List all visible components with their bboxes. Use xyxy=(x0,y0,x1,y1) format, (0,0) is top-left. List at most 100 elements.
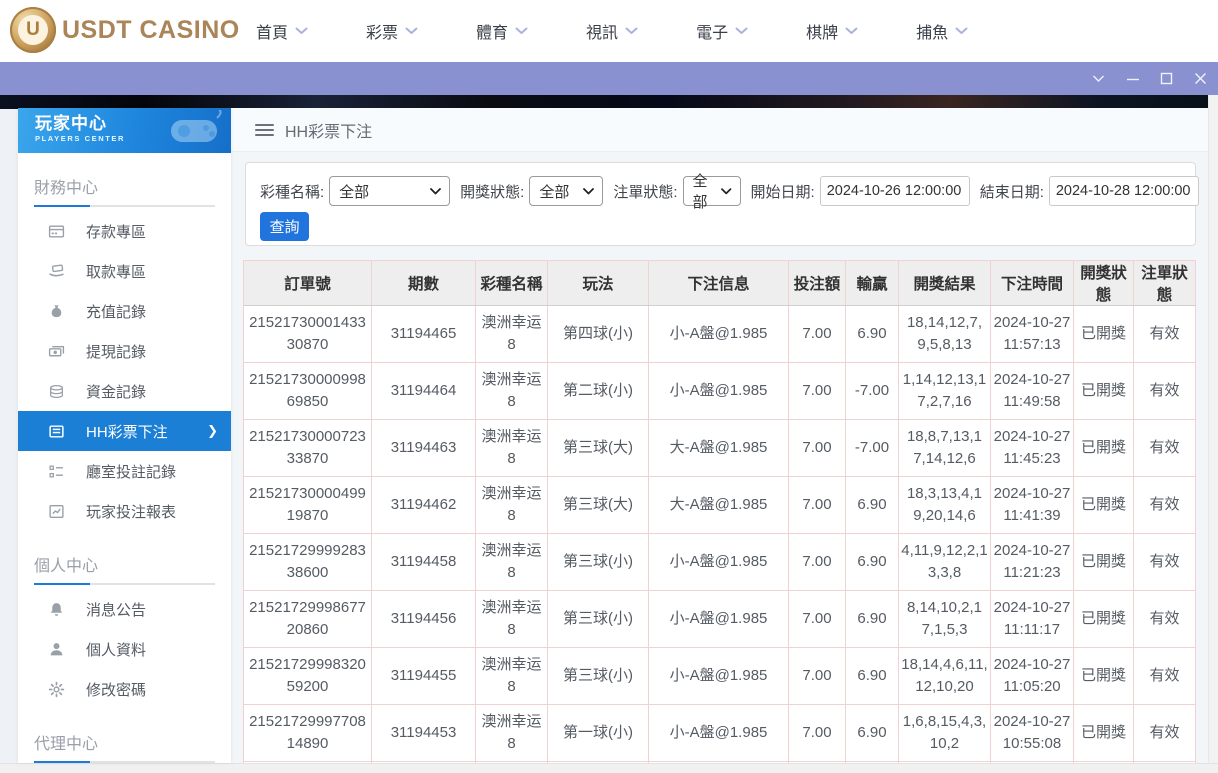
bet-status-label: 注單狀態: xyxy=(613,181,677,202)
nav-item[interactable]: 彩票 xyxy=(366,19,418,43)
nav-item[interactable]: 首頁 xyxy=(256,19,308,43)
sidebar-item[interactable]: 修改密碼 xyxy=(18,669,231,709)
bet-status-select[interactable]: 全部 xyxy=(683,176,741,206)
nav-item-label: 彩票 xyxy=(366,19,398,43)
brand-logo[interactable]: U USDT CASINO xyxy=(10,7,240,53)
table-cell: 有效 xyxy=(1134,420,1196,477)
table-cell: 31194455 xyxy=(372,648,476,705)
table-cell: 澳洲幸运8 xyxy=(476,420,548,477)
sidebar-section-title: 財務中心 xyxy=(34,174,215,198)
sidebar-item[interactable]: 個人資料 xyxy=(18,629,231,669)
table-cell: 2152173000099869850 xyxy=(244,363,372,420)
close-icon xyxy=(1194,72,1207,85)
lottery-name-label: 彩種名稱: xyxy=(260,181,324,202)
section-underline xyxy=(34,205,215,207)
query-button[interactable]: 查詢 xyxy=(260,212,309,241)
table-cell: 7.00 xyxy=(789,705,846,762)
table-cell: 小-A盤@1.985 xyxy=(649,363,789,420)
sidebar-item-label: 充值記錄 xyxy=(86,301,146,322)
table-cell: 澳洲幸运8 xyxy=(476,477,548,534)
table-row: 215217299977081489031194453澳洲幸运8第一球(小)小-… xyxy=(244,705,1196,762)
sidebar-item-label: 存款專區 xyxy=(86,221,146,242)
column-header: 開獎結果 xyxy=(899,261,991,306)
table-cell: 2024-10-27 11:49:58 xyxy=(991,363,1074,420)
table-cell: 2152173000143330870 xyxy=(244,306,372,363)
sidebar-item[interactable]: 玩家投注報表 xyxy=(18,491,231,531)
sidebar-item-label: HH彩票下注 xyxy=(86,421,168,442)
table-cell: 有效 xyxy=(1134,705,1196,762)
table-cell: 6.90 xyxy=(846,591,899,648)
sidebar-item[interactable]: 提現記錄 xyxy=(18,331,231,371)
nav-item-label: 電子 xyxy=(696,19,728,43)
sidebar-section: 財務中心 存款專區 取款專區 充值記錄 提現記錄 資金記錄 HH彩票下注 ❯ 廳… xyxy=(18,174,231,531)
table-cell: 31194462 xyxy=(372,477,476,534)
sidebar-item-label: 提現記錄 xyxy=(86,341,146,362)
sidebar-item[interactable]: 取款專區 xyxy=(18,251,231,291)
column-header: 訂單號 xyxy=(244,261,372,306)
table-cell: 2024-10-27 10:55:08 xyxy=(991,705,1074,762)
table-cell: -7.00 xyxy=(846,363,899,420)
table-cell: 2152172999867720860 xyxy=(244,591,372,648)
draw-status-select[interactable]: 全部 xyxy=(529,176,603,206)
window-minimize-button[interactable] xyxy=(1125,71,1140,86)
table-cell: 18,8,7,13,17,14,12,6 xyxy=(899,420,991,477)
main-nav: 首頁 彩票 體育 視訊 電子 棋牌 捕魚 xyxy=(256,0,968,62)
table-cell: 大-A盤@1.985 xyxy=(649,477,789,534)
table-cell: 6.90 xyxy=(846,648,899,705)
sidebar-item[interactable]: 存款專區 xyxy=(18,211,231,251)
column-header: 期數 xyxy=(372,261,476,306)
nav-item[interactable]: 電子 xyxy=(696,19,748,43)
table-cell: 31194465 xyxy=(372,306,476,363)
table-cell: 2024-10-27 11:05:20 xyxy=(991,648,1074,705)
table-cell: 第三球(小) xyxy=(548,591,649,648)
column-header: 投注額 xyxy=(789,261,846,306)
column-header: 彩種名稱 xyxy=(476,261,548,306)
window-maximize-button[interactable] xyxy=(1159,71,1174,86)
deposit-card-icon xyxy=(48,223,65,240)
sidebar-item-label: 廳室投註記錄 xyxy=(86,461,176,482)
sidebar-item[interactable]: HH彩票下注 ❯ xyxy=(18,411,231,451)
nav-item[interactable]: 捕魚 xyxy=(916,19,968,43)
nav-item[interactable]: 體育 xyxy=(476,19,528,43)
table-header-row: 訂單號期數彩種名稱玩法下注信息投注額輸贏開獎結果下注時間開獎狀態注單狀態 xyxy=(244,261,1196,306)
chevron-down-icon xyxy=(583,188,594,195)
table-cell: 已開獎 xyxy=(1074,477,1134,534)
sidebar-item[interactable]: 消息公告 xyxy=(18,589,231,629)
window-close-button[interactable] xyxy=(1193,71,1208,86)
vertical-scrollbar[interactable] xyxy=(1208,95,1218,763)
start-date-input[interactable] xyxy=(820,176,970,206)
sidebar-item-label: 取款專區 xyxy=(86,261,146,282)
sidebar-item[interactable]: 廳室投註記錄 xyxy=(18,451,231,491)
sidebar-item[interactable]: 充值記錄 xyxy=(18,291,231,331)
gear-icon xyxy=(48,681,65,698)
ticket-list-icon xyxy=(48,423,65,440)
chevron-down-icon xyxy=(405,27,418,35)
lottery-name-select[interactable]: 全部 xyxy=(329,176,450,206)
table-cell: 2152172999770814890 xyxy=(244,705,372,762)
window-collapse-button[interactable] xyxy=(1091,71,1106,86)
end-date-input[interactable] xyxy=(1049,176,1199,206)
nav-item[interactable]: 棋牌 xyxy=(806,19,858,43)
table-cell: -7.00 xyxy=(846,420,899,477)
sidebar-section: 個人中心 消息公告 個人資料 修改密碼 xyxy=(18,552,231,709)
table-row: 215217299986772086031194456澳洲幸运8第三球(小)小-… xyxy=(244,591,1196,648)
table-cell: 有效 xyxy=(1134,648,1196,705)
table-cell: 已開獎 xyxy=(1074,534,1134,591)
chevron-down-icon xyxy=(721,188,731,195)
table-cell: 2024-10-27 11:21:23 xyxy=(991,534,1074,591)
horizontal-scrollbar[interactable] xyxy=(0,763,1218,773)
table-cell: 澳洲幸运8 xyxy=(476,705,548,762)
table-cell: 2024-10-27 11:11:17 xyxy=(991,591,1074,648)
nav-item[interactable]: 視訊 xyxy=(586,19,638,43)
section-underline xyxy=(34,761,215,763)
table-row: 215217299992833860031194458澳洲幸运8第三球(小)小-… xyxy=(244,534,1196,591)
start-date-label: 開始日期: xyxy=(751,181,815,202)
table-cell: 澳洲幸运8 xyxy=(476,591,548,648)
sidebar-item[interactable]: 資金記錄 xyxy=(18,371,231,411)
top-navbar: U USDT CASINO 首頁 彩票 體育 視訊 電子 棋牌 xyxy=(0,0,1218,62)
table-cell: 7.00 xyxy=(789,363,846,420)
end-date-label: 結束日期: xyxy=(980,181,1044,202)
table-cell: 4,11,9,12,2,13,3,8 xyxy=(899,534,991,591)
hamburger-menu-icon[interactable] xyxy=(255,121,274,139)
table-cell: 小-A盤@1.985 xyxy=(649,648,789,705)
